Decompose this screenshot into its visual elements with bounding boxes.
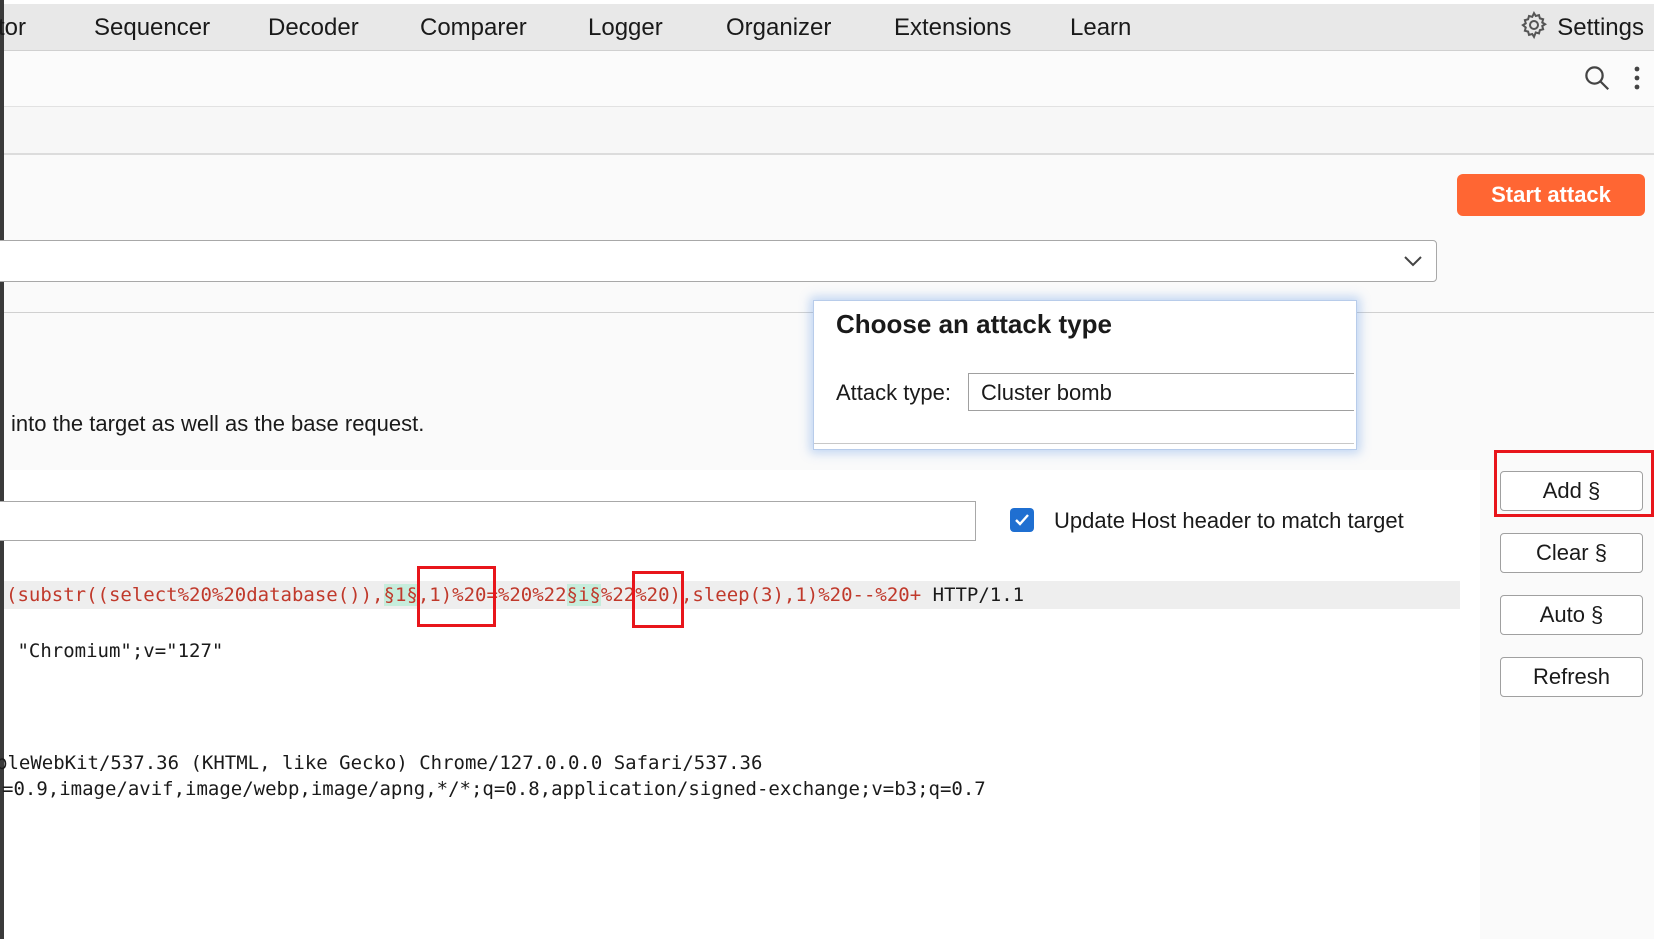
header-line-user-agent: pleWebKit/537.36 (KHTML, like Gecko) Chr… (0, 752, 763, 774)
refresh-button[interactable]: Refresh (1500, 657, 1643, 697)
start-attack-button[interactable]: Start attack (1457, 174, 1645, 216)
request-segment: (substr((select%20%20database()), (6, 584, 384, 606)
payload-marker-2: §i§ (566, 584, 601, 606)
menu-item-logger[interactable]: Logger (588, 14, 663, 42)
update-host-checkbox[interactable] (1010, 508, 1034, 532)
update-host-label: Update Host header to match target (1054, 508, 1404, 533)
clear-markers-button[interactable]: Clear § (1500, 533, 1643, 573)
menu-item-organizer[interactable]: Organizer (726, 14, 831, 42)
request-editor[interactable]: (substr((select%20%20database()),§1§,1)%… (0, 570, 1480, 939)
search-icon[interactable] (1582, 63, 1612, 98)
popup-title: Choose an attack type (836, 309, 1112, 339)
menu-item-sequencer[interactable]: Sequencer (94, 14, 210, 42)
attack-type-label: Attack type: (836, 380, 951, 405)
settings-button[interactable]: Settings (1519, 10, 1644, 47)
menu-item-decoder[interactable]: Decoder (268, 14, 359, 42)
target-host-input[interactable] (0, 501, 976, 541)
more-vertical-icon[interactable] (1632, 63, 1642, 98)
menu-item-extensions[interactable]: Extensions (894, 14, 1011, 42)
top-menu-bar: tor Sequencer Decoder Comparer Logger Or… (0, 4, 1654, 51)
highlight-box-marker-1 (417, 566, 496, 627)
target-dropdown[interactable] (0, 240, 1437, 282)
header-line-accept: =0.9,image/avif,image/webp,image/apng,*/… (2, 778, 986, 800)
auto-markers-button[interactable]: Auto § (1500, 595, 1643, 635)
add-marker-button[interactable]: Add § (1500, 471, 1643, 511)
attack-type-select[interactable]: Cluster bomb (968, 373, 1354, 411)
highlight-box-marker-2 (632, 571, 684, 628)
header-line-sec-ch-ua: "Chromium";v="127" (6, 640, 224, 662)
checkmark-icon (1015, 514, 1029, 526)
menu-item-comparer[interactable]: Comparer (420, 14, 527, 42)
popup-divider (814, 443, 1354, 444)
chevron-down-icon (1402, 251, 1424, 276)
payload-marker-1: §1§ (383, 584, 418, 606)
http-version: HTTP/1.1 (921, 584, 1025, 606)
attack-type-popup: Choose an attack type Attack type: Clust… (813, 300, 1357, 450)
payload-description-text: into the target as well as the base requ… (11, 411, 425, 436)
menu-item-intruder[interactable]: tor (0, 14, 26, 42)
settings-label: Settings (1557, 14, 1644, 41)
menu-item-learn[interactable]: Learn (1070, 14, 1131, 42)
gear-icon (1519, 10, 1549, 47)
tab-toolbar (4, 51, 1654, 107)
sub-tab-band (4, 107, 1654, 155)
request-line: (substr((select%20%20database()),§1§,1)%… (6, 582, 1024, 608)
